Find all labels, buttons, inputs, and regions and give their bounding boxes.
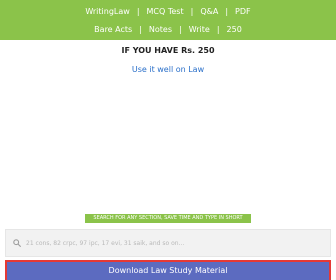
nav-separator: | (139, 24, 142, 34)
nav-link-mcq-test[interactable]: MCQ Test (147, 7, 184, 16)
search-input[interactable] (26, 233, 330, 253)
nav-link-bare-acts[interactable]: Bare Acts (94, 25, 132, 34)
promo-title: IF YOU HAVE Rs. 250 (121, 46, 215, 55)
nav-separator: | (179, 24, 182, 34)
nav-link-250[interactable]: 250 (227, 25, 242, 34)
nav-link-write[interactable]: Write (189, 25, 210, 34)
nav-link-pdf[interactable]: PDF (235, 7, 251, 16)
nav-link-notes[interactable]: Notes (149, 25, 172, 34)
secondary-nav: Bare Acts | Notes | Write | 250 (0, 22, 336, 36)
nav-separator: | (225, 6, 229, 16)
search-box[interactable] (5, 229, 331, 257)
promo-link[interactable]: Use it well on Law (0, 65, 336, 74)
primary-nav: WritingLaw | MCQ Test | Q&A | PDF (0, 4, 336, 18)
top-nav-bar: WritingLaw | MCQ Test | Q&A | PDF Bare A… (0, 0, 336, 40)
nav-separator: | (216, 24, 220, 34)
search-caption: SEARCH FOR ANY SECTION, SAVE TIME AND TY… (85, 214, 251, 223)
nav-link-writinglaw[interactable]: WritingLaw (85, 7, 129, 16)
search-icon (10, 236, 24, 250)
nav-link-qa[interactable]: Q&A (200, 7, 218, 16)
nav-separator: | (190, 6, 194, 16)
nav-separator: | (136, 6, 140, 16)
download-study-material-button[interactable]: Download Law Study Material (5, 260, 331, 280)
